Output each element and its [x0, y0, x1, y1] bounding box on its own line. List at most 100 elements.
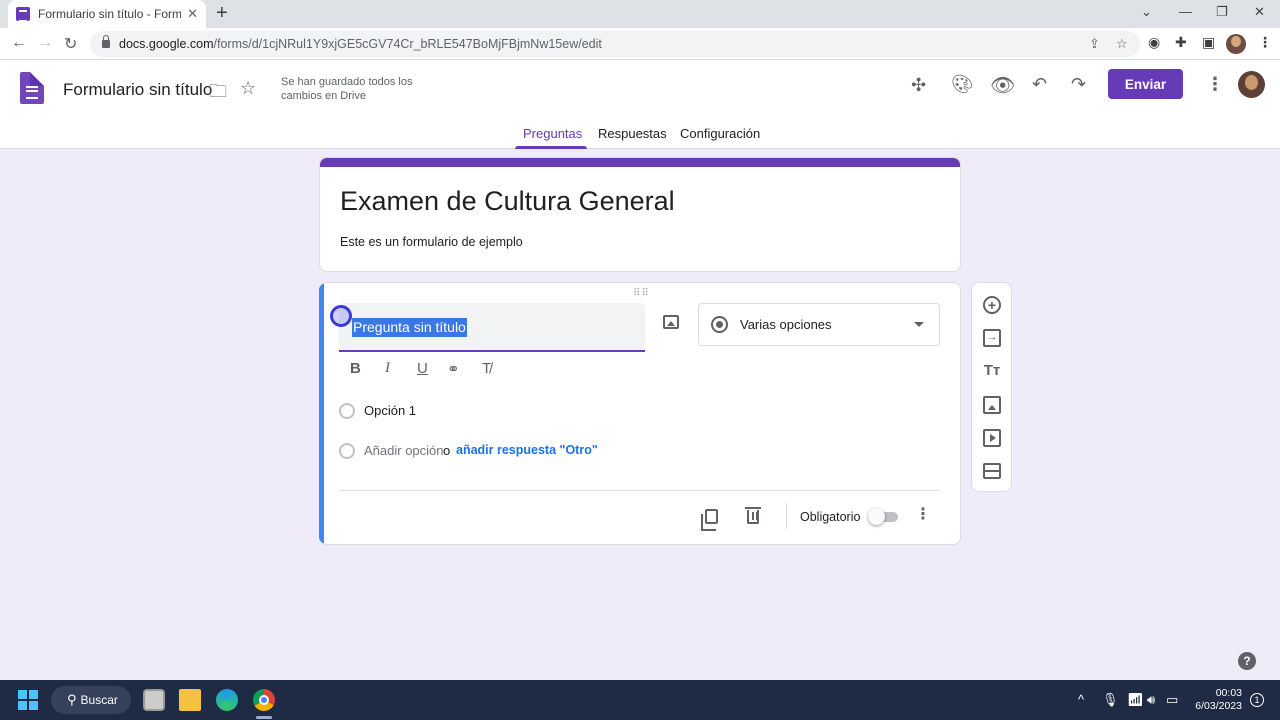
url-text: docs.google.com/forms/d/1cjNRul1Y9xjGE5c…	[119, 37, 602, 51]
question-title-input[interactable]: Pregunta sin título	[352, 318, 467, 337]
title-card-accent-bar	[320, 158, 960, 167]
question-more-options-icon[interactable]: ⋮	[915, 507, 931, 523]
chrome-browser-icon[interactable]	[253, 689, 275, 711]
send-button[interactable]: Enviar	[1108, 69, 1183, 99]
question-type-dropdown[interactable]: Varias opciones	[698, 303, 940, 346]
system-clock[interactable]: 00:03 6/03/2023	[1192, 687, 1242, 713]
active-app-indicator	[256, 716, 272, 719]
lock-icon	[102, 35, 110, 48]
link-icon[interactable]: ⚭	[447, 360, 460, 378]
forward-icon[interactable]: →	[37, 34, 53, 52]
clear-formatting-icon[interactable]: T̸	[482, 360, 491, 377]
forms-favicon-icon	[16, 7, 30, 22]
drag-handle-icon[interactable]: ⠿⠿	[633, 288, 650, 299]
back-icon[interactable]: ←	[11, 34, 27, 52]
browser-tab[interactable]: Formulario sin título - Formulario ✕	[8, 0, 206, 28]
add-option-radio	[339, 443, 355, 459]
tab-configuracion[interactable]: Configuración	[680, 126, 760, 141]
taskbar-search[interactable]: ⚲ Buscar	[51, 686, 131, 714]
address-bar[interactable]: docs.google.com/forms/d/1cjNRul1Y9xjGE5c…	[90, 31, 1140, 57]
microphone-icon[interactable]: 🎙︎	[1102, 692, 1119, 708]
form-description[interactable]: Este es un formulario de ejemplo	[340, 235, 523, 249]
notifications-icon[interactable]: 1	[1250, 693, 1264, 707]
bookmark-star-icon[interactable]: ☆	[1116, 36, 1128, 52]
import-questions-icon[interactable]: →	[983, 329, 1001, 347]
tab-preguntas[interactable]: Preguntas	[523, 126, 582, 141]
option-radio	[339, 403, 355, 419]
active-tab-indicator	[515, 146, 587, 149]
add-image-icon[interactable]	[663, 315, 679, 329]
duplicate-icon[interactable]	[701, 509, 718, 531]
add-other-answer-link[interactable]: añadir respuesta "Otro"	[456, 443, 598, 457]
or-separator: o	[443, 443, 451, 458]
clock-date: 6/03/2023	[1195, 700, 1242, 712]
add-question-icon[interactable]: +	[983, 296, 1001, 314]
browser-tab-strip: Formulario sin título - Formulario ✕ + ⌄…	[0, 0, 1280, 28]
form-title[interactable]: Examen de Cultura General	[340, 186, 675, 217]
new-tab-button[interactable]: +	[216, 3, 228, 23]
edge-browser-icon[interactable]	[216, 689, 238, 711]
floating-toolbar: + → Tт	[971, 282, 1012, 492]
star-icon[interactable]: ☆	[240, 78, 256, 99]
add-ons-icon[interactable]: ✣	[911, 75, 926, 96]
question-card[interactable]: ⠿⠿ Pregunta sin título Varias opciones B…	[319, 282, 961, 545]
restore-window-icon[interactable]: ❐	[1216, 4, 1228, 20]
dropdown-arrow-icon	[914, 322, 924, 327]
form-tabs: Preguntas Respuestas Configuración	[0, 120, 1280, 149]
show-hidden-icons-icon[interactable]: ^	[1078, 692, 1084, 707]
tab-respuestas[interactable]: Respuestas	[598, 126, 667, 141]
add-image-icon[interactable]	[983, 396, 1001, 414]
google-forms-logo-icon[interactable]	[20, 72, 44, 104]
required-label: Obligatorio	[800, 510, 861, 524]
move-to-folder-icon[interactable]: 🗀	[209, 79, 227, 109]
question-type-label: Varias opciones	[740, 317, 832, 332]
account-avatar[interactable]	[1238, 71, 1265, 98]
required-toggle[interactable]	[868, 508, 899, 525]
forms-header: Formulario sin título 🗀 ☆ Se han guardad…	[0, 60, 1280, 149]
question-title-field[interactable]: Pregunta sin título	[339, 303, 645, 352]
clock-time: 00:03	[1215, 687, 1242, 699]
battery-icon[interactable]: ▭	[1166, 692, 1178, 708]
search-icon: ⚲	[67, 692, 77, 707]
save-status: Se han guardado todos los cambios en Dri…	[281, 76, 413, 102]
more-options-icon[interactable]: ⋮	[1206, 74, 1224, 95]
help-icon[interactable]: ?	[1238, 652, 1256, 670]
toggle-thumb	[868, 508, 885, 525]
windows-taskbar: ⚲ Buscar ^ 🎙︎ 📶︎ 🔊︎ ▭ 00:03 6/03/2023 1	[0, 680, 1280, 720]
underline-icon[interactable]: U	[417, 360, 428, 377]
wifi-icon[interactable]: 📶︎	[1127, 692, 1144, 708]
add-option-field[interactable]: Añadir opción	[364, 443, 444, 458]
option-1-label[interactable]: Opción 1	[364, 403, 416, 418]
tab-search-icon[interactable]: ⌄	[1141, 4, 1152, 20]
bold-icon[interactable]: B	[350, 360, 361, 377]
taskbar-app-icon[interactable]	[143, 689, 165, 711]
preview-eye-icon[interactable]: 👁︎	[990, 73, 1015, 98]
share-icon[interactable]: ⇪	[1089, 36, 1100, 52]
browser-tab-title: Formulario sin título - Formulario	[38, 7, 182, 21]
form-title-card[interactable]: Examen de Cultura General Este es un for…	[319, 157, 961, 272]
extension-icon[interactable]: ◉	[1148, 34, 1160, 51]
minimize-window-icon[interactable]: —	[1179, 4, 1192, 19]
multiple-choice-icon	[711, 316, 728, 333]
customize-theme-palette-icon[interactable]: 🎨︎	[951, 74, 974, 95]
form-file-name[interactable]: Formulario sin título	[63, 80, 212, 100]
browser-profile-avatar[interactable]	[1226, 34, 1246, 54]
add-title-description-icon[interactable]: Tт	[983, 362, 1001, 380]
add-section-icon[interactable]	[983, 463, 1001, 479]
close-tab-icon[interactable]: ✕	[187, 6, 198, 22]
side-panel-icon[interactable]: ▣	[1202, 34, 1215, 51]
add-video-icon[interactable]	[983, 429, 1001, 447]
volume-icon[interactable]: 🔊︎	[1147, 692, 1155, 708]
browser-menu-icon[interactable]: ⋮	[1258, 34, 1272, 51]
redo-icon[interactable]: ↷	[1071, 74, 1086, 95]
close-window-icon[interactable]: ✕	[1254, 4, 1265, 20]
undo-icon[interactable]: ↶	[1032, 74, 1047, 95]
reload-icon[interactable]: ↻	[64, 34, 77, 54]
windows-start-icon[interactable]	[18, 690, 38, 710]
italic-icon[interactable]: I	[385, 360, 390, 377]
taskbar-search-label: Buscar	[80, 693, 118, 707]
extensions-puzzle-icon[interactable]: ✚	[1175, 34, 1187, 51]
delete-icon[interactable]	[745, 507, 761, 524]
file-explorer-icon[interactable]	[179, 689, 201, 711]
active-question-indicator	[319, 283, 324, 544]
